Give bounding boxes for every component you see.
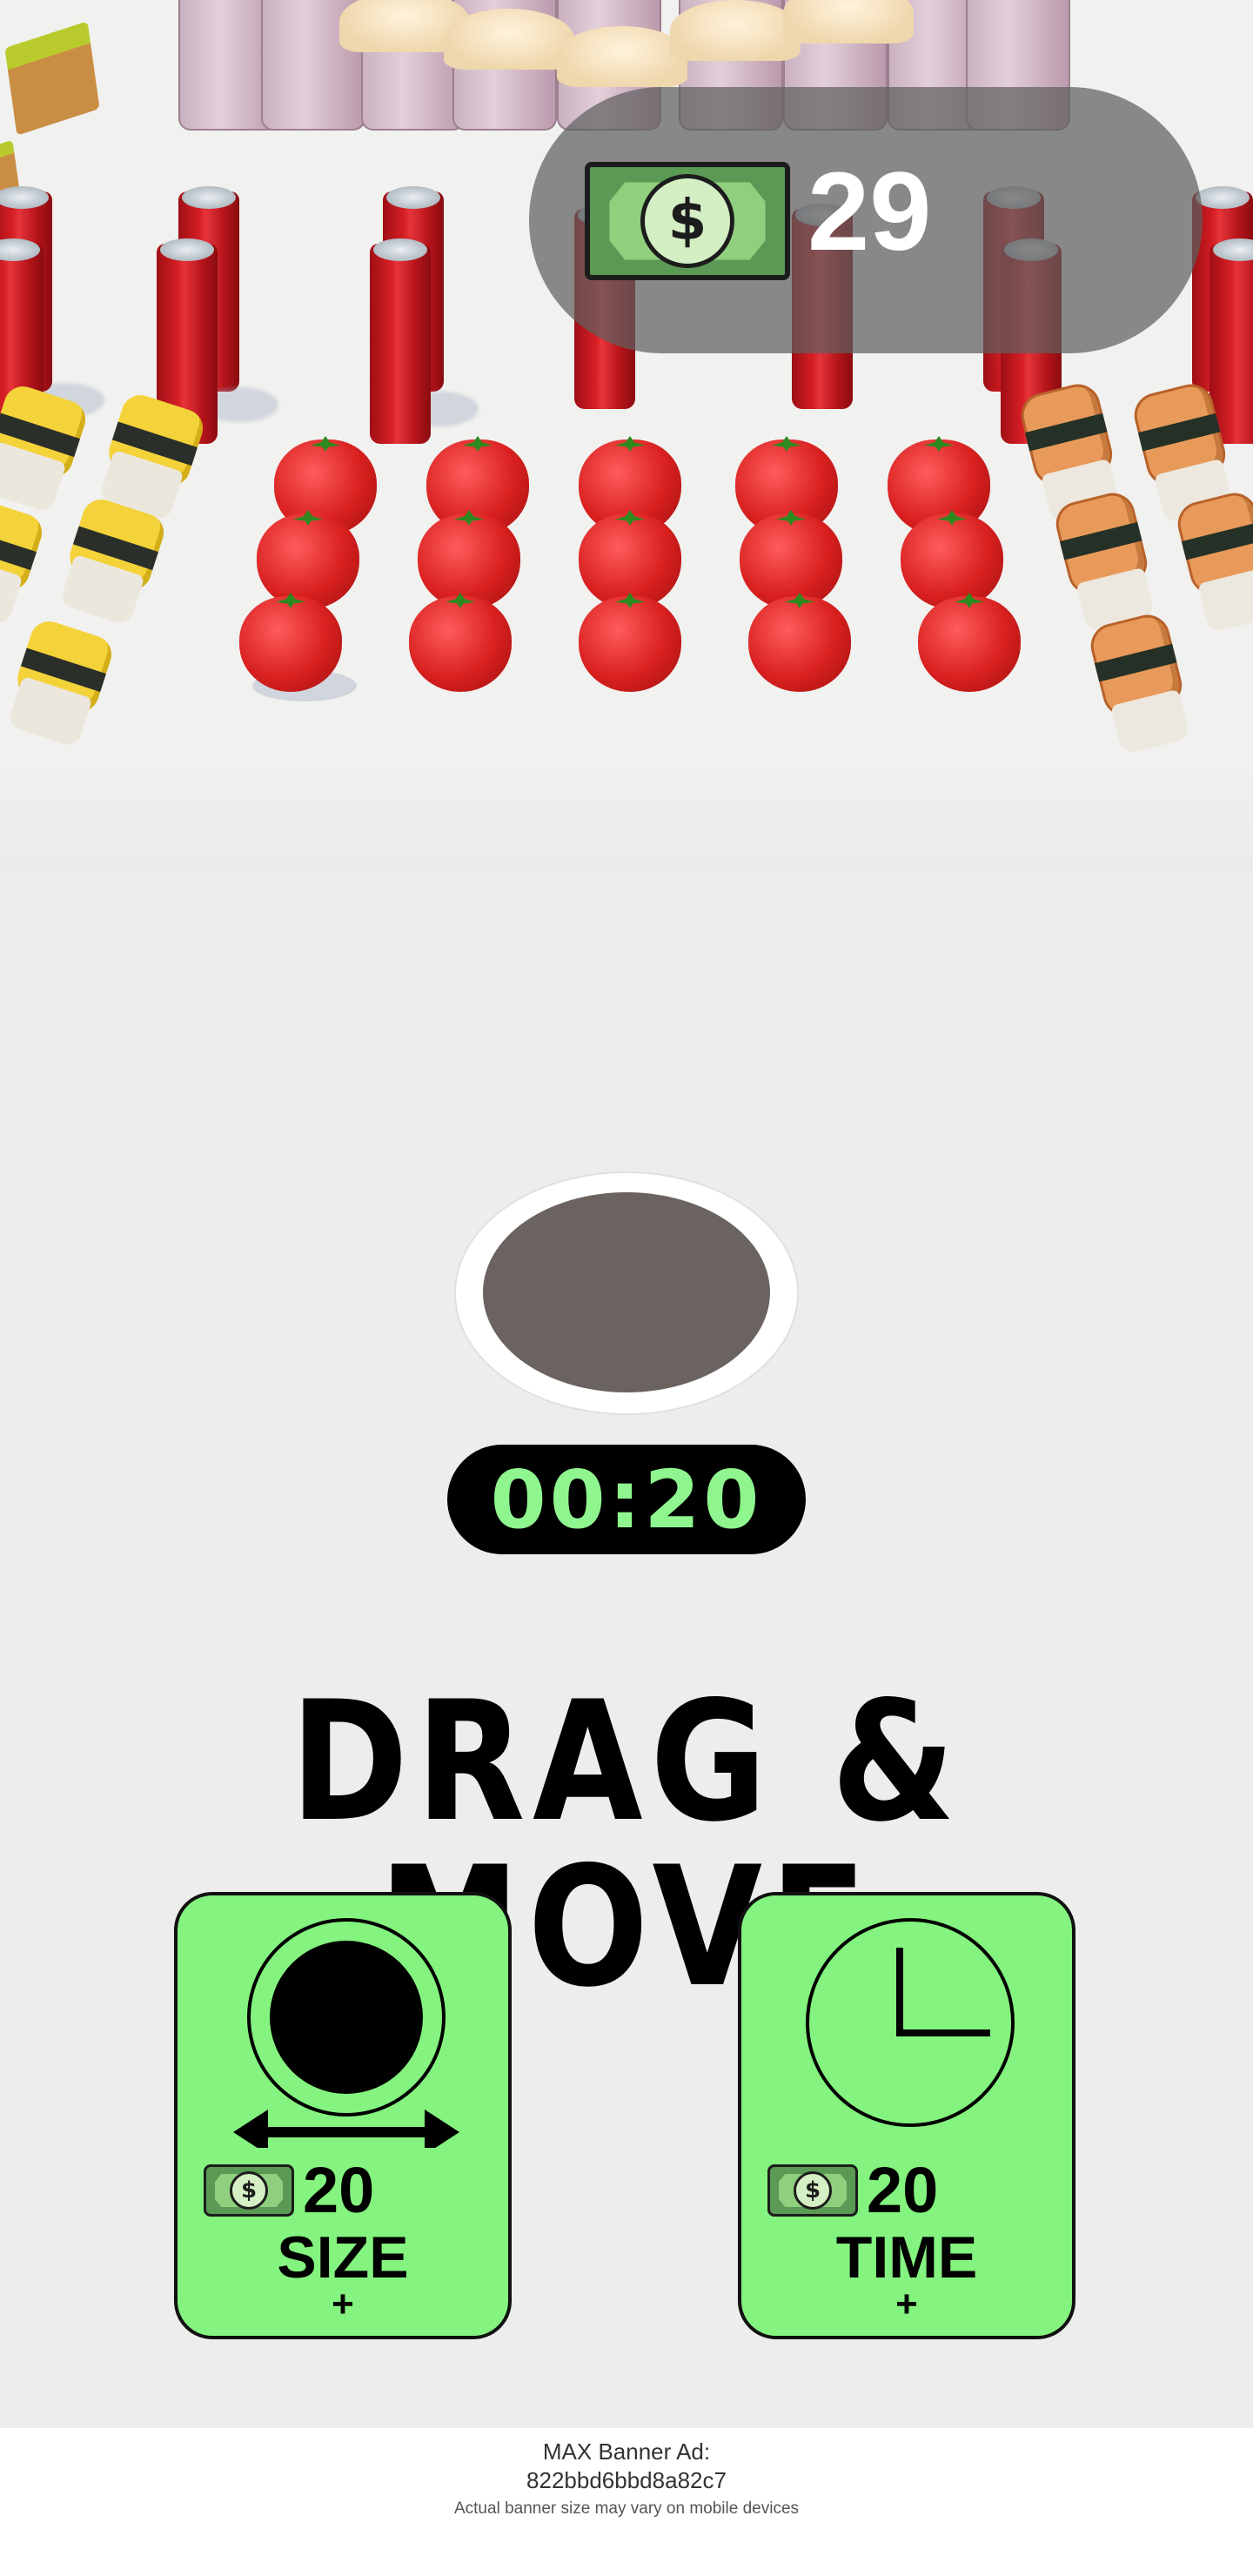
game-scene[interactable]: $ 29 — [0, 0, 1253, 783]
whipped-cream — [444, 9, 574, 70]
tomato — [901, 513, 1003, 609]
tomato — [409, 596, 512, 692]
tomato — [418, 513, 520, 609]
whipped-cream — [557, 26, 687, 87]
tomato — [239, 596, 342, 692]
banner-id: 822bbd6bbd8a82c7 — [526, 2467, 727, 2493]
tomato — [579, 596, 681, 692]
banner-ad[interactable]: MAX Banner Ad: 822bbd6bbd8a82c7 Actual b… — [0, 2428, 1253, 2576]
cake-slice — [4, 21, 100, 136]
tamago-sushi — [0, 494, 47, 627]
clock-icon — [806, 1918, 1015, 2127]
player-hole[interactable] — [483, 1192, 770, 1392]
size-label: SIZE — [277, 2224, 409, 2291]
whipped-cream — [783, 0, 914, 44]
salmon-sushi — [1051, 488, 1161, 634]
whipped-cream — [670, 0, 801, 61]
banner-title: MAX Banner Ad: — [542, 2438, 711, 2465]
tamago-sushi — [2, 616, 117, 749]
dollar-bill-icon: $ — [767, 2164, 858, 2217]
size-price: 20 — [303, 2154, 375, 2226]
dollar-bill-icon: $ — [204, 2164, 294, 2217]
soda-can — [370, 238, 431, 444]
time-price: 20 — [867, 2154, 939, 2226]
banner-note: Actual banner size may vary on mobile de… — [453, 2499, 800, 2518]
timer-badge: 00:20 — [447, 1445, 806, 1554]
tamago-sushi — [54, 494, 169, 627]
size-upgrade-button[interactable]: $ 20 SIZE + — [174, 1892, 512, 2339]
time-label: TIME — [835, 2224, 978, 2291]
timer-text: 00:20 — [490, 1452, 763, 1546]
salmon-sushi — [1086, 610, 1196, 756]
tomato — [740, 513, 842, 609]
tomato — [748, 596, 851, 692]
plus-icon: + — [332, 2283, 354, 2325]
hole-size-icon — [233, 1918, 459, 2148]
dollar-bill-icon: $ — [585, 162, 790, 280]
plus-icon: + — [895, 2283, 918, 2325]
tomato — [257, 513, 359, 609]
time-upgrade-button[interactable]: $ 20 TIME + — [738, 1892, 1075, 2339]
salmon-sushi — [1173, 488, 1253, 634]
floor — [0, 766, 1253, 870]
money-value: 29 — [807, 150, 932, 274]
tomato — [918, 596, 1021, 692]
